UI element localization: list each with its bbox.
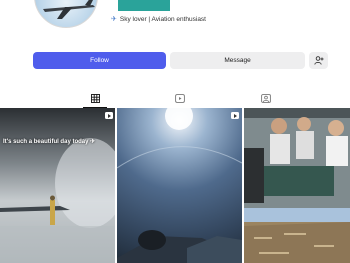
profile-bio: ✈ Sky lover | Aviation enthusiast: [111, 15, 206, 24]
foggy-airfield-photo: [0, 138, 115, 263]
add-person-button[interactable]: [309, 52, 328, 69]
grid-icon: [90, 93, 100, 103]
profile-tabs: [0, 88, 350, 108]
airplane-photo: [43, 0, 95, 19]
profile-avatar[interactable]: [34, 0, 98, 28]
reel-badge-icon: [105, 112, 113, 119]
tab-tagged[interactable]: [251, 88, 281, 108]
post-tile-3[interactable]: [244, 108, 350, 263]
tagged-icon: [261, 93, 271, 103]
add-person-icon: [313, 56, 323, 65]
accent-block: [118, 0, 170, 11]
reel-badge-icon: [231, 112, 239, 119]
post-tile-1[interactable]: It's such a beautiful day today ✈: [0, 108, 115, 263]
tab-posts[interactable]: [80, 88, 110, 108]
bio-text: Sky lover | Aviation enthusiast: [119, 15, 206, 23]
reels-icon: [175, 93, 185, 103]
post-tile-2[interactable]: [117, 108, 242, 263]
follow-button[interactable]: Follow: [33, 52, 166, 69]
message-button[interactable]: Message: [170, 52, 305, 69]
post-caption: It's such a beautiful day today ✈: [3, 139, 96, 145]
airplane-icon: ✈: [111, 16, 117, 23]
cockpit-sky-photo: [117, 108, 242, 263]
tab-reels[interactable]: [165, 88, 195, 108]
post-grid: It's such a beautiful day today ✈: [0, 108, 350, 263]
crew-and-aerial-photo: [244, 108, 350, 263]
